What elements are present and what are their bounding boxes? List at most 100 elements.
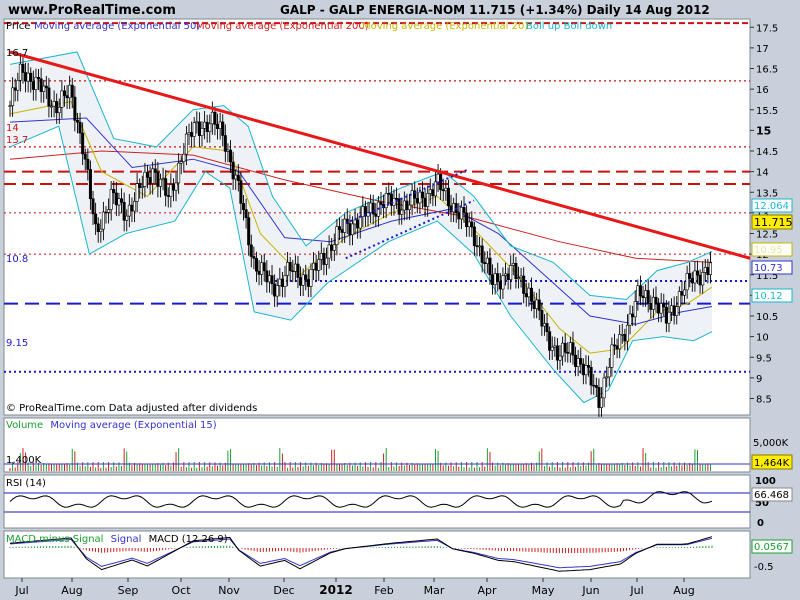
price-bar-body	[384, 193, 388, 209]
price-bar-body	[607, 367, 611, 378]
price-bar-body	[589, 367, 593, 386]
x-tick-label: Mar	[424, 584, 445, 597]
price-bar-body	[249, 244, 253, 257]
price-bar-body	[293, 263, 297, 272]
volume-left-label: 1,400K	[6, 455, 42, 466]
price-bar-body	[353, 219, 357, 225]
volume-legend: Volume Moving average (Exponential 15)	[6, 420, 217, 431]
price-bar-body	[436, 173, 440, 183]
price-bar-body	[696, 270, 700, 276]
price-bar-body	[529, 287, 533, 302]
price-bar-body	[649, 303, 653, 310]
price-bar-body	[410, 190, 414, 206]
y-tick-label: 17	[756, 44, 769, 55]
price-bar-body	[480, 245, 484, 263]
price-bar-body	[485, 257, 489, 264]
price-bar-body	[576, 358, 580, 368]
price-bar-body	[216, 124, 220, 129]
price-bar-body	[78, 121, 82, 134]
price-bar-body	[433, 181, 437, 197]
price-bar-body	[659, 303, 663, 314]
price-bar-body	[140, 186, 144, 188]
price-bar-body	[498, 281, 502, 290]
price-bar-body	[356, 219, 360, 229]
price-bar-body	[83, 153, 87, 160]
price-bar-body	[130, 204, 134, 212]
price-bar-body	[337, 226, 341, 230]
legend-price: Price	[6, 21, 30, 32]
price-bar-body	[633, 301, 637, 318]
price-bar-body	[101, 211, 105, 230]
price-bar-body	[431, 189, 435, 197]
price-bar-body	[657, 303, 661, 314]
price-bar-body	[153, 168, 157, 173]
x-tick-label: Aug	[673, 584, 694, 597]
price-bar-body	[568, 342, 572, 354]
price-bar-body	[262, 262, 266, 272]
price-bar-body	[605, 376, 609, 379]
legend-macd: MACD (12 26 9)	[149, 534, 228, 545]
y-tick-label: 14	[756, 168, 769, 179]
price-bar-body	[358, 216, 362, 229]
price-bar-body	[52, 101, 56, 107]
price-bar-body	[423, 197, 427, 207]
price-panel: 17.51716.51615.51514.51413.51312.51211.5…	[3, 18, 793, 417]
y-tick-label: 14.5	[756, 147, 778, 158]
price-bar-body	[47, 87, 51, 107]
price-bar-body	[301, 274, 305, 286]
level-label-9-15: 9.15	[6, 338, 28, 349]
price-bar-body	[314, 262, 318, 271]
price-bar-body	[623, 334, 627, 342]
x-tick-label: Aug	[61, 584, 82, 597]
price-bar-body	[226, 149, 230, 152]
price-bar-body	[125, 215, 129, 221]
price-bar-body	[493, 273, 497, 285]
price-bar-body	[387, 193, 391, 195]
price-bar-body	[182, 153, 186, 162]
price-bar-body	[179, 161, 183, 164]
price-bar-body	[439, 173, 443, 191]
y-tick-label: 9.5	[756, 353, 772, 364]
price-bar-body	[42, 85, 46, 92]
price-bar-body	[62, 90, 66, 96]
price-bar-body	[571, 342, 575, 356]
x-tick-label: Jul	[14, 584, 28, 597]
price-bar-body	[73, 96, 77, 121]
price-bar-body	[203, 121, 207, 129]
price-bar-body	[579, 358, 583, 365]
price-bar-body	[350, 223, 354, 236]
price-bar-body	[693, 270, 697, 284]
rsi-scale-100: 100	[755, 476, 776, 487]
price-bar-body	[644, 290, 648, 298]
price-bar-body	[94, 213, 98, 225]
price-bar-body	[278, 278, 282, 286]
price-bar-body	[602, 377, 606, 399]
price-bar-body	[325, 257, 329, 265]
legend-macd-signal: Signal	[111, 534, 142, 545]
price-bar-body	[706, 267, 710, 275]
price-bar-body	[57, 107, 61, 114]
price-bar-body	[672, 305, 676, 316]
price-bar-body	[319, 253, 323, 260]
price-bar-body	[275, 285, 279, 297]
price-bar-body	[555, 345, 559, 361]
price-bar-body	[221, 121, 225, 136]
price-bar-body	[537, 299, 541, 311]
price-legend: Price Moving average (Exponential 50) Mo…	[6, 21, 612, 32]
price-bar-body	[177, 162, 181, 184]
price-bar-body	[581, 363, 585, 376]
price-bar-body	[18, 63, 22, 81]
y-tick-label: 15	[756, 124, 771, 137]
price-bar-body	[612, 344, 616, 347]
price-bar-body	[348, 223, 352, 236]
price-bar-body	[638, 285, 642, 297]
volume-badge: 1,464K	[754, 458, 790, 469]
price-bar-body	[395, 198, 399, 200]
y-tick-label: 12.5	[756, 230, 778, 241]
price-bar-body	[96, 223, 100, 232]
price-bar-body	[8, 105, 12, 107]
x-tick-label: Jun	[581, 584, 599, 597]
price-bar-body	[210, 111, 214, 125]
price-bar-body	[472, 226, 476, 246]
price-bar-body	[703, 267, 707, 273]
